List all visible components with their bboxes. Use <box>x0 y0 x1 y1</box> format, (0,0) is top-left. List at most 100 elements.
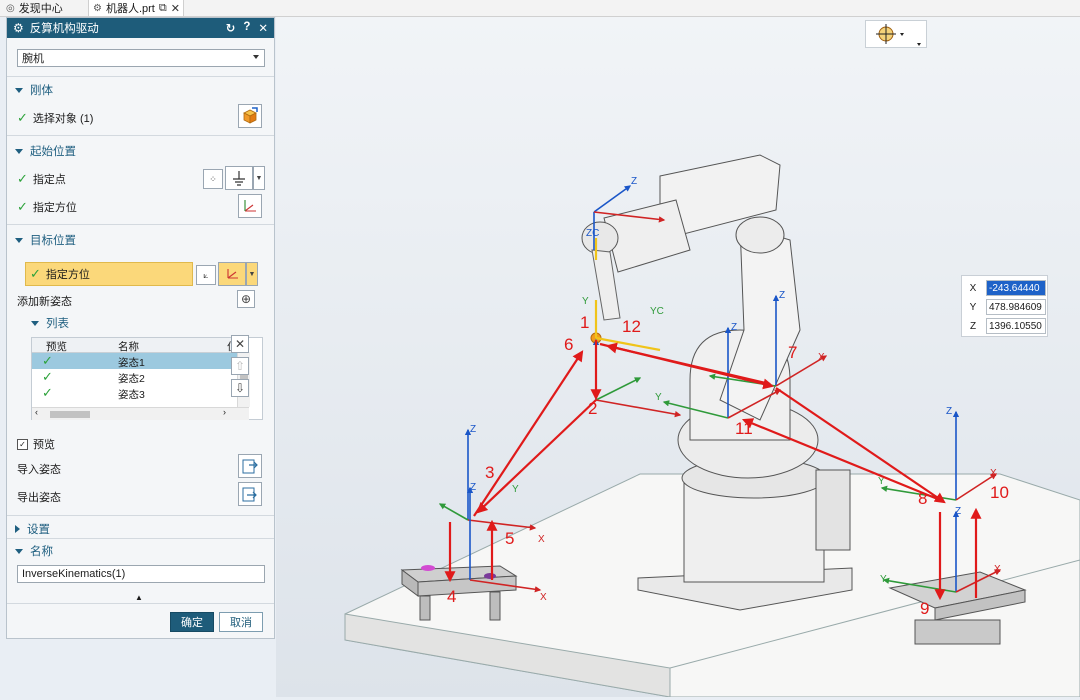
axis-label-y: Y <box>582 296 589 307</box>
select-object-label: 选择对象 (1) <box>32 113 94 125</box>
axis-label-z: Z <box>470 482 476 493</box>
close-icon[interactable]: ✕ <box>258 21 268 35</box>
select-body-button[interactable] <box>238 104 262 128</box>
export-pose-button[interactable] <box>238 482 262 506</box>
collapse-icon <box>15 148 23 154</box>
collapse-up-icon[interactable]: ▲ <box>135 593 143 602</box>
help-icon[interactable]: ? <box>243 21 250 35</box>
axis-label-z: Z <box>631 176 637 187</box>
pose-list: 预览 名称 位 ✓ 姿态1 ✓ 姿态2 ✓ 姿态3 ‹ › <box>31 337 263 420</box>
section-settings[interactable]: 设置 <box>15 521 50 537</box>
section-label: 起始位置 <box>30 146 76 158</box>
annotation-11: 11 <box>735 419 753 438</box>
start-orientation-row[interactable]: ✓ 指定方位 <box>17 199 77 215</box>
move-down-button[interactable]: ⇩ <box>231 379 249 397</box>
coord-y-row: Y 478.984609 <box>962 298 1049 316</box>
divider <box>7 515 274 516</box>
delete-pose-button[interactable]: ✕ <box>231 335 249 353</box>
import-pose-label: 导入姿态 <box>17 464 61 476</box>
arrow-up-icon: ⇧ <box>234 359 246 373</box>
annotation-4: 4 <box>447 587 456 606</box>
cube-icon <box>243 107 258 124</box>
column-header-name[interactable]: 名称 <box>118 339 139 354</box>
list-item[interactable]: ✓ 姿态2 <box>32 369 237 385</box>
target-csys-button[interactable] <box>218 262 246 286</box>
point-type-button[interactable] <box>225 166 253 190</box>
section-name[interactable]: 名称 <box>15 543 53 559</box>
add-pose-label: 添加新姿态 <box>17 296 72 308</box>
dialog-title: 反算机构驱动 <box>29 23 99 35</box>
reset-icon[interactable]: ↻ <box>226 21 236 35</box>
axis-label-y: Y <box>880 574 887 585</box>
type-select[interactable]: 腕机 <box>17 49 265 67</box>
discovery-icon: ◎ <box>6 2 15 14</box>
target-orientation-row[interactable]: ✓ 指定方位 <box>25 262 193 286</box>
select-object-row[interactable]: ✓ 选择对象 (1) <box>17 110 93 126</box>
section-target-position[interactable]: 目标位置 <box>15 232 76 248</box>
start-point-row[interactable]: ✓ 指定点 <box>17 171 66 187</box>
collapse-icon <box>15 87 23 93</box>
chevron-left-icon[interactable]: ‹ <box>35 407 38 417</box>
cancel-button[interactable]: 取消 <box>219 612 263 632</box>
point-dialog-button[interactable]: ⁘ <box>203 169 223 189</box>
check-icon: ✓ <box>42 353 53 368</box>
axis-label-y: Y <box>512 484 519 495</box>
ground-point-icon <box>233 171 245 186</box>
inverse-kinematics-dialog: ⚙ 反算机构驱动 ↻ ? ✕ 腕机 刚体 ✓ 选择对象 (1) 起始位置 ✓ 指… <box>6 17 275 639</box>
start-csys-button[interactable] <box>238 194 262 218</box>
snap-tool-button[interactable] <box>865 20 927 48</box>
csys-icon <box>227 269 238 279</box>
divider <box>7 538 274 539</box>
annotation-3: 3 <box>485 463 494 482</box>
section-start-position[interactable]: 起始位置 <box>15 143 76 159</box>
orientation-dialog-button[interactable]: ⟀ <box>196 265 216 285</box>
preview-row[interactable]: ✓ 预览 <box>17 436 55 452</box>
annotation-12: 12 <box>622 317 641 336</box>
collapse-icon <box>15 548 23 554</box>
list-item[interactable]: ✓ 姿态3 <box>32 385 237 401</box>
move-up-button[interactable]: ⇧ <box>231 357 249 375</box>
check-icon: ✓ <box>17 199 28 214</box>
robot-scene[interactable]: Z X X Z Z ZC YC Y Z Z X Y Z Y X Z Y X Y <box>276 17 1080 698</box>
import-pose-button[interactable] <box>238 454 262 478</box>
axis-label-x: X <box>818 352 825 363</box>
tab-discovery-center[interactable]: ◎ 发现中心 <box>6 0 63 16</box>
graphics-viewport[interactable]: Z X X Z Z ZC YC Y Z Z X Y Z Y X Z Y X Y <box>276 17 1080 698</box>
close-tab-icon[interactable]: ✕ <box>171 2 180 15</box>
coordinate-input-box: X -243.64440 Y 478.984609 Z 1396.10550 <box>961 275 1048 337</box>
popout-icon[interactable]: ⧉ <box>159 2 167 15</box>
coord-x-input[interactable]: -243.64440 <box>986 280 1046 296</box>
axis-label-x: X <box>540 592 547 603</box>
coord-z-input[interactable]: 1396.10550 <box>986 318 1046 334</box>
horizontal-scrollbar[interactable]: ‹ › <box>32 407 249 420</box>
ok-button[interactable]: 确定 <box>170 612 214 632</box>
list-item[interactable]: ✓ 姿态1 <box>32 353 237 369</box>
pose-name: 姿态1 <box>118 357 145 369</box>
check-icon: ✓ <box>42 385 53 400</box>
preview-checkbox[interactable]: ✓ <box>17 438 28 450</box>
import-icon <box>242 459 258 474</box>
check-icon: ✓ <box>17 110 28 125</box>
scroll-thumb[interactable] <box>50 411 90 418</box>
start-orientation-label: 指定方位 <box>32 202 77 214</box>
axis-label-x: X <box>538 534 545 545</box>
section-list[interactable]: 列表 <box>31 315 69 331</box>
coord-y-input[interactable]: 478.984609 <box>986 299 1046 315</box>
crosshair-icon <box>876 24 921 46</box>
target-csys-dropdown[interactable]: ▼ <box>246 262 258 286</box>
dialog-titlebar: ⚙ 反算机构驱动 ↻ ? ✕ <box>7 18 274 38</box>
coord-x-label: X <box>969 282 977 294</box>
annotation-9: 9 <box>920 599 929 618</box>
axis-label-z: Z <box>946 406 952 417</box>
name-input[interactable]: InverseKinematics(1) <box>17 565 265 583</box>
chevron-down-icon: ▼ <box>248 270 256 278</box>
point-type-dropdown[interactable]: ▼ <box>253 166 265 190</box>
section-rigid-body[interactable]: 刚体 <box>15 82 53 98</box>
chevron-right-icon[interactable]: › <box>223 407 226 417</box>
pose-name: 姿态2 <box>118 373 145 385</box>
tab-robot-prt[interactable]: ⚙ 机器人.prt ⧉ ✕ <box>88 0 184 16</box>
column-header-preview[interactable]: 预览 <box>46 339 67 354</box>
coord-y-label: Y <box>969 301 977 313</box>
divider <box>7 224 274 225</box>
add-pose-button[interactable]: ⊕ <box>237 290 255 308</box>
